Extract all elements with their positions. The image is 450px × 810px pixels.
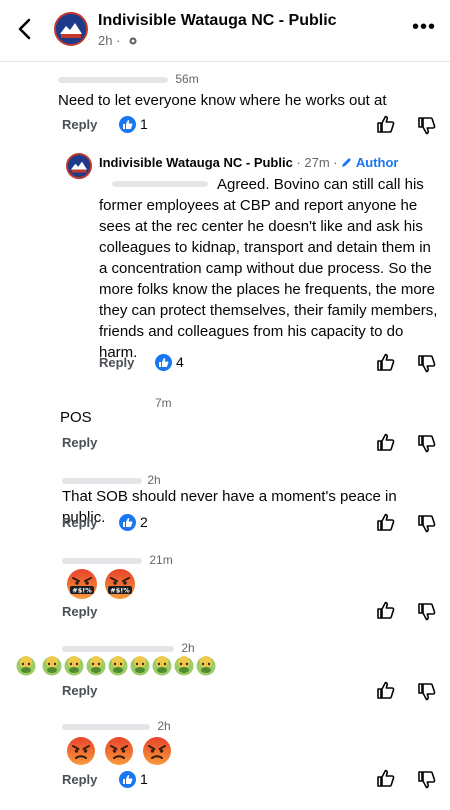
nauseated-face-emoji-icon	[16, 656, 36, 676]
reply-button[interactable]: Reply	[62, 515, 97, 530]
reply-button[interactable]: Reply	[62, 772, 97, 787]
reply-button[interactable]: Reply	[62, 435, 97, 450]
thumb-down-icon[interactable]	[417, 116, 437, 136]
author-avatar[interactable]	[66, 153, 92, 179]
like-reaction-icon	[155, 354, 172, 371]
author-name[interactable]: Indivisible Watauga NC - Public	[99, 155, 293, 170]
thumb-up-icon[interactable]	[376, 352, 396, 372]
nauseated-face-emoji-icon	[130, 656, 150, 676]
comment-time: 56m	[175, 72, 199, 86]
reply-button[interactable]: Reply	[62, 604, 97, 619]
thumb-up-icon[interactable]	[376, 768, 396, 788]
thumb-down-icon[interactable]	[417, 682, 437, 702]
like-count: 1	[140, 771, 148, 787]
angry-face-emoji-icon	[143, 737, 171, 765]
thumb-down-icon[interactable]	[417, 514, 437, 534]
nauseated-face-emoji-icon	[152, 656, 172, 676]
thumb-down-icon[interactable]	[417, 354, 437, 374]
chevron-left-icon	[18, 18, 31, 40]
redacted-mention	[112, 181, 208, 187]
comment-text: Agreed. Bovino can still call his former…	[99, 176, 438, 361]
post-time: 2h ·	[98, 33, 121, 48]
thumb-up-icon[interactable]	[376, 680, 396, 700]
redacted-name	[62, 723, 150, 730]
pencil-icon	[342, 158, 352, 167]
comment-text: POS	[60, 409, 92, 426]
comment-time: 7m	[155, 396, 172, 410]
like-count: 1	[140, 116, 148, 132]
angry-face-emoji-icon	[105, 737, 133, 765]
redacted-name	[62, 477, 142, 484]
group-title[interactable]: Indivisible Watauga NC - Public	[98, 12, 337, 30]
comment-time: · 27m ·	[296, 155, 338, 170]
reply-button[interactable]: Reply	[99, 355, 134, 370]
nauseated-face-emoji-icon	[86, 656, 106, 676]
back-button[interactable]	[10, 14, 40, 44]
like-reaction-icon	[119, 514, 136, 531]
reply-button[interactable]: Reply	[62, 117, 97, 132]
post-header: Indivisible Watauga NC - Public 2h · •••	[0, 0, 450, 62]
cursing-face-emoji-icon: #$!%	[105, 569, 135, 599]
nauseated-face-emoji-icon	[42, 656, 62, 676]
like-count: 2	[140, 514, 148, 530]
more-options-button[interactable]: •••	[412, 17, 436, 37]
author-meta: Indivisible Watauga NC - Public · 27m · …	[99, 155, 398, 170]
group-logo-icon	[68, 155, 90, 177]
post-meta: 2h ·	[98, 33, 138, 48]
reply-button[interactable]: Reply	[62, 683, 97, 698]
nauseated-face-emoji-icon	[196, 656, 216, 676]
author-badge: Author	[355, 155, 399, 170]
redacted-name	[58, 76, 168, 83]
cursing-symbols: #$!%	[72, 587, 92, 595]
thumb-down-icon[interactable]	[417, 602, 437, 622]
comment-text: Need to let everyone know where he works…	[58, 92, 387, 109]
cursing-face-emoji-icon: #$!%	[67, 569, 97, 599]
thumb-up-icon[interactable]	[376, 114, 396, 134]
comment-time: 21m	[149, 553, 173, 567]
thumb-up-icon[interactable]	[376, 512, 396, 532]
group-logo-icon	[56, 14, 86, 44]
like-reaction-icon	[119, 771, 136, 788]
cursing-symbols: #$!%	[110, 587, 130, 595]
comment-time: 2h	[181, 641, 195, 655]
thumb-down-icon[interactable]	[417, 770, 437, 790]
redacted-name	[62, 557, 142, 564]
nauseated-face-emoji-icon	[108, 656, 128, 676]
thumb-up-icon[interactable]	[376, 600, 396, 620]
thumb-down-icon[interactable]	[417, 434, 437, 454]
group-avatar[interactable]	[54, 12, 88, 46]
comment-time: 2h	[157, 719, 171, 733]
nauseated-face-emoji-icon	[174, 656, 194, 676]
redacted-name	[62, 645, 174, 652]
settings-icon	[129, 37, 137, 45]
like-reaction-icon	[119, 116, 136, 133]
nauseated-face-emoji-icon	[64, 656, 84, 676]
comment-time: 2h	[147, 473, 161, 487]
angry-face-emoji-icon	[67, 737, 95, 765]
thumb-up-icon[interactable]	[376, 432, 396, 452]
like-count: 4	[176, 354, 184, 370]
